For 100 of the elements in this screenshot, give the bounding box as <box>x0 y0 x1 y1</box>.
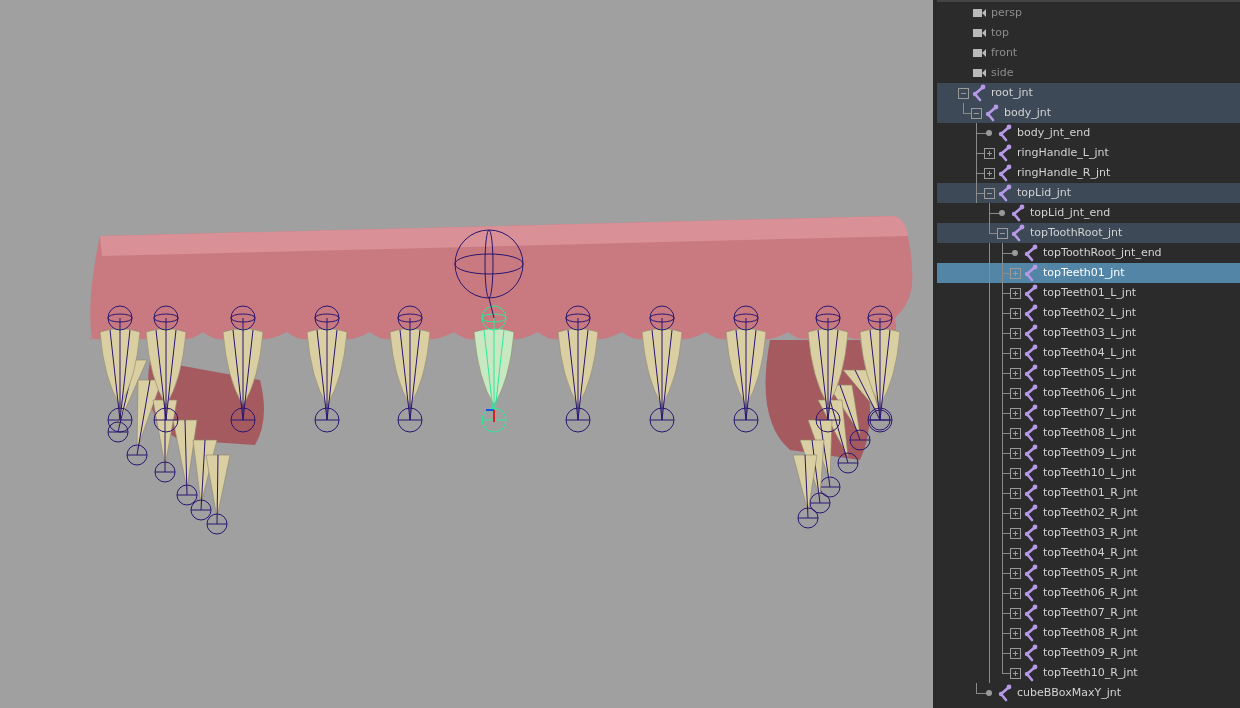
joint-icon <box>998 144 1012 162</box>
joint-icon <box>1024 624 1038 642</box>
expand-toggle[interactable] <box>1009 387 1021 399</box>
joint-icon <box>1024 524 1038 542</box>
expand-toggle[interactable] <box>1009 527 1021 539</box>
expand-toggle[interactable] <box>1009 627 1021 639</box>
joint-icon <box>1024 504 1038 522</box>
joint-icon <box>1024 344 1038 362</box>
node-label: topTeeth02_R_jnt <box>1043 504 1138 521</box>
expand-toggle[interactable] <box>1009 347 1021 359</box>
camera-icon <box>972 69 986 77</box>
node-label: topTeeth01_L_jnt <box>1043 284 1137 301</box>
node-label: topTeeth09_L_jnt <box>1043 444 1137 461</box>
node-label: topTeeth02_L_jnt <box>1043 304 1137 321</box>
node-label: body_jnt <box>1004 104 1052 121</box>
joint-icon <box>1024 304 1038 322</box>
collapse-toggle[interactable] <box>970 107 982 119</box>
camera-icon <box>972 49 986 57</box>
joint-icon <box>1024 664 1038 682</box>
expand-toggle[interactable] <box>1009 267 1021 279</box>
node-label: topTeeth08_L_jnt <box>1043 424 1137 441</box>
expand-toggle[interactable] <box>1009 407 1021 419</box>
camera-icon <box>972 29 986 37</box>
joint-icon <box>1024 404 1038 422</box>
camera-icon <box>972 9 986 17</box>
joint-icon <box>972 84 986 102</box>
node-label: persp <box>991 4 1022 21</box>
joint-icon <box>1024 464 1038 482</box>
joint-icon <box>1024 604 1038 622</box>
joint-icon <box>1024 284 1038 302</box>
joint-icon <box>1024 364 1038 382</box>
node-label: topTeeth07_L_jnt <box>1043 404 1137 421</box>
node-label: ringHandle_R_jnt <box>1017 164 1111 181</box>
node-label: body_jnt_end <box>1017 124 1091 141</box>
joint-icon <box>1024 584 1038 602</box>
node-label: topTeeth09_R_jnt <box>1043 644 1138 661</box>
outliner-row[interactable]: root_jnt <box>937 83 1240 103</box>
node-label: topLid_jnt <box>1017 184 1072 201</box>
node-label: topTeeth01_jnt <box>1043 264 1125 281</box>
joint-icon <box>998 184 1012 202</box>
joint-icon <box>1024 424 1038 442</box>
joint-icon <box>998 164 1012 182</box>
node-label: topTeeth06_R_jnt <box>1043 584 1138 601</box>
node-label: topTeeth04_L_jnt <box>1043 344 1137 361</box>
joint-icon <box>1024 264 1038 282</box>
joint-icon <box>1024 444 1038 462</box>
expand-toggle[interactable] <box>983 147 995 159</box>
node-label: topTeeth04_R_jnt <box>1043 544 1138 561</box>
joint-icon <box>998 124 1012 142</box>
node-label: topTeeth07_R_jnt <box>1043 604 1138 621</box>
expand-toggle[interactable] <box>1009 427 1021 439</box>
joint-icon <box>1011 204 1025 222</box>
node-label: topToothRoot_jnt_end <box>1043 244 1162 261</box>
expand-toggle[interactable] <box>1009 567 1021 579</box>
expand-toggle[interactable] <box>1009 647 1021 659</box>
node-label: ringHandle_L_jnt <box>1017 144 1109 161</box>
expand-toggle[interactable] <box>1009 487 1021 499</box>
joint-icon <box>1024 544 1038 562</box>
joint-icon <box>1024 384 1038 402</box>
node-label: side <box>991 64 1014 81</box>
node-label: topTeeth10_R_jnt <box>1043 664 1138 681</box>
outliner-row[interactable]: topTeeth01_jnt <box>937 263 1240 283</box>
expand-toggle[interactable] <box>1009 607 1021 619</box>
node-label: topToothRoot_jnt <box>1030 224 1123 241</box>
outliner-row[interactable]: topLid_jnt <box>937 183 1240 203</box>
node-label: topTeeth03_L_jnt <box>1043 324 1137 341</box>
node-label: topTeeth10_L_jnt <box>1043 464 1137 481</box>
expand-toggle[interactable] <box>983 167 995 179</box>
joint-icon <box>1011 224 1025 242</box>
expand-toggle[interactable] <box>1009 667 1021 679</box>
expand-toggle[interactable] <box>1009 547 1021 559</box>
joint-icon <box>998 684 1012 702</box>
expand-toggle[interactable] <box>1009 367 1021 379</box>
node-label: top <box>991 24 1010 41</box>
expand-toggle[interactable] <box>1009 587 1021 599</box>
node-label: topTeeth05_L_jnt <box>1043 364 1137 381</box>
collapse-toggle[interactable] <box>957 87 969 99</box>
expand-toggle[interactable] <box>1009 447 1021 459</box>
expand-toggle[interactable] <box>1009 327 1021 339</box>
outliner-row[interactable]: topToothRoot_jnt <box>937 223 1240 243</box>
node-label: topTeeth06_L_jnt <box>1043 384 1137 401</box>
node-label: topTeeth08_R_jnt <box>1043 624 1138 641</box>
node-label: topTeeth01_R_jnt <box>1043 484 1138 501</box>
node-label: root_jnt <box>991 84 1033 101</box>
collapse-toggle[interactable] <box>983 187 995 199</box>
joint-icon <box>985 104 999 122</box>
node-label: cubeBBoxMaxY_jnt <box>1017 684 1122 701</box>
joint-icon <box>1024 244 1038 262</box>
node-label: topTeeth05_R_jnt <box>1043 564 1138 581</box>
node-label: topTeeth03_R_jnt <box>1043 524 1138 541</box>
joint-icon <box>1024 324 1038 342</box>
viewport[interactable] <box>0 0 933 708</box>
expand-toggle[interactable] <box>1009 507 1021 519</box>
outliner-row[interactable]: body_jnt <box>937 103 1240 123</box>
expand-toggle[interactable] <box>1009 287 1021 299</box>
joint-icon <box>1024 564 1038 582</box>
expand-toggle[interactable] <box>1009 307 1021 319</box>
node-label: topLid_jnt_end <box>1030 204 1111 221</box>
expand-toggle[interactable] <box>1009 467 1021 479</box>
collapse-toggle[interactable] <box>996 227 1008 239</box>
